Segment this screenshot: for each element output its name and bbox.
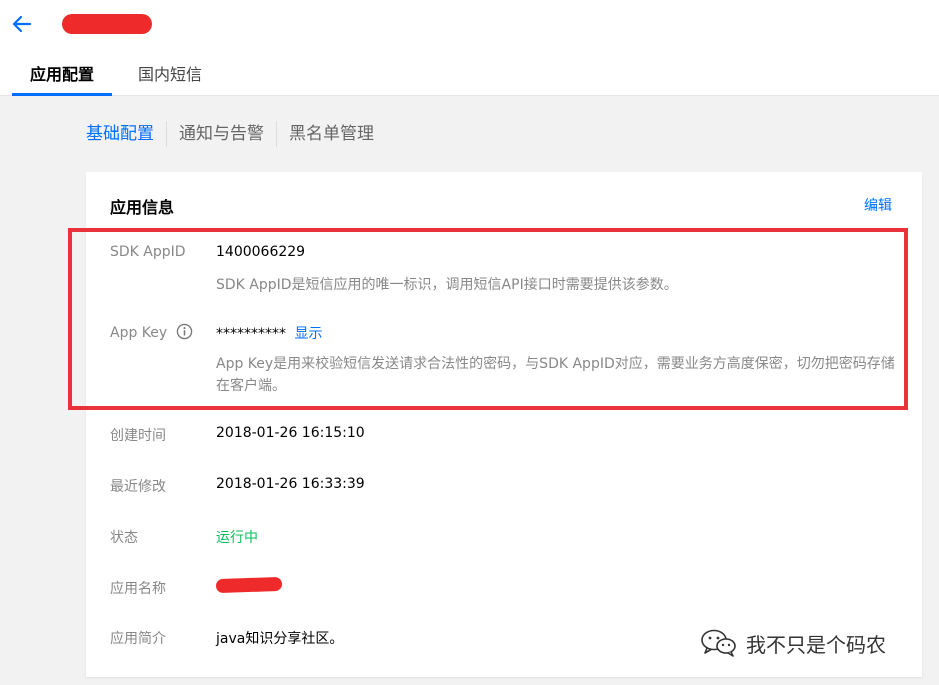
tab-domestic-sms[interactable]: 国内短信	[120, 58, 220, 96]
highlight-box	[68, 228, 908, 410]
status-label: 状态	[110, 530, 138, 546]
top-bar: 应用配置 国内短信	[0, 0, 939, 96]
app-intro-value: java知识分享社区。	[216, 631, 344, 647]
card-title: 应用信息	[110, 198, 175, 217]
tab-app-config[interactable]: 应用配置	[12, 58, 113, 96]
watermark: 我不只是个码农	[700, 628, 886, 658]
modified-time-value: 2018-01-26 16:33:39	[216, 476, 365, 492]
tab-bar: 应用配置 国内短信	[12, 58, 220, 96]
app-name-label: 应用名称	[110, 581, 166, 597]
edit-button[interactable]: 编辑	[864, 195, 892, 215]
wechat-icon	[701, 629, 736, 657]
redacted-app-name	[215, 576, 283, 594]
watermark-text: 我不只是个码农	[746, 632, 886, 657]
created-time-value: 2018-01-26 16:15:10	[216, 425, 365, 441]
app-intro-label: 应用简介	[110, 631, 166, 647]
subnav-blacklist[interactable]: 黑名单管理	[277, 120, 386, 148]
subnav-notifications-alerts[interactable]: 通知与告警	[167, 120, 276, 148]
arrow-left-icon[interactable]	[10, 12, 34, 36]
redacted-app-title	[62, 14, 152, 34]
status-badge: 运行中	[216, 530, 258, 546]
created-time-label: 创建时间	[110, 428, 166, 444]
subnav-basic-config[interactable]: 基础配置	[86, 120, 166, 148]
modified-time-label: 最近修改	[110, 479, 166, 495]
sub-navigation: 基础配置 通知与告警 黑名单管理	[86, 120, 386, 148]
